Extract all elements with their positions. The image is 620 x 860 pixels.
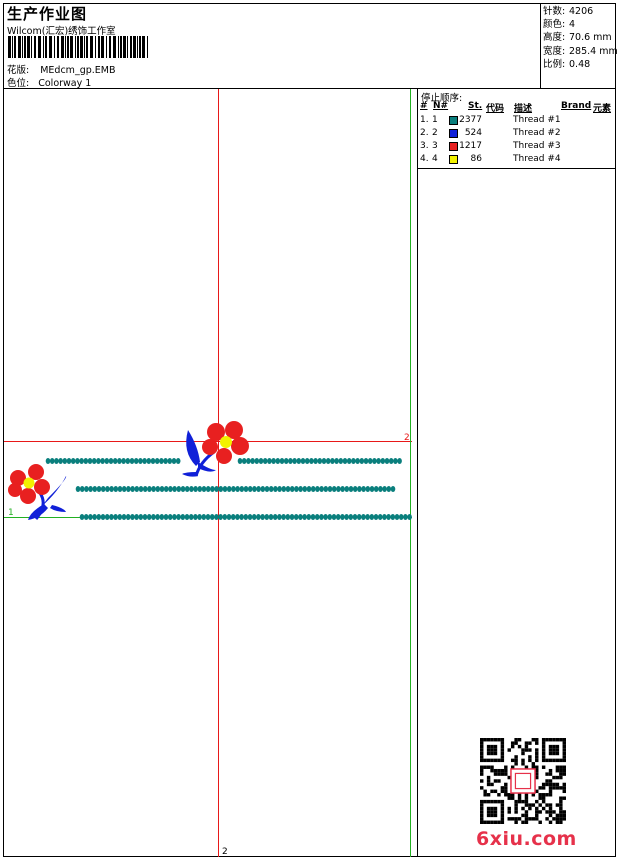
qr-code-icon [480,738,566,824]
right-flower [182,421,249,477]
teal-stitch-rows [45,458,412,520]
red-vertical-axis-label: 2 [222,847,228,857]
green-axis-label: 1 [8,508,14,518]
red-horizontal-axis-label: 2 [404,433,410,443]
left-flower [8,464,67,520]
watermark-logo: 6xiu.com [476,828,577,850]
design-canvas [4,89,412,857]
